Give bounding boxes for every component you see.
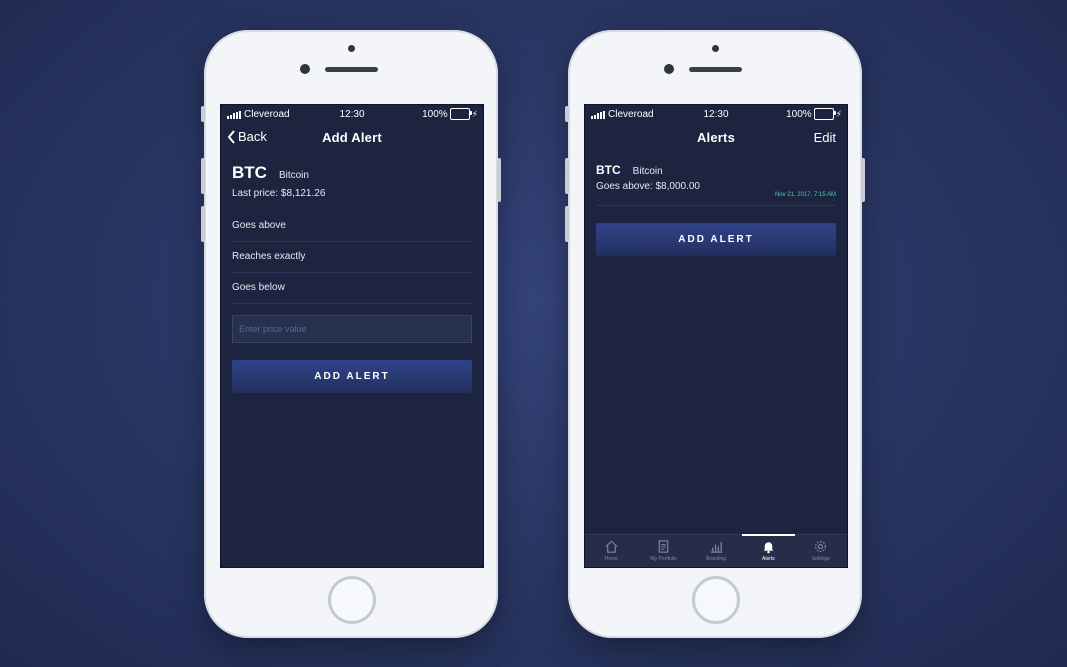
home-icon	[605, 540, 618, 553]
tab-label: Settings	[811, 556, 830, 562]
home-button[interactable]	[692, 576, 740, 624]
page-title: Add Alert	[322, 130, 382, 145]
alert-condition: Goes above: $8,000.00	[596, 181, 700, 192]
nav-bar: Back Add Alert	[221, 123, 483, 153]
tab-home[interactable]: Home	[585, 535, 637, 567]
charging-icon: ⚡	[471, 108, 478, 119]
charging-icon: ⚡	[835, 108, 842, 119]
option-reaches-exactly[interactable]: Reaches exactly	[232, 242, 472, 273]
add-alert-button[interactable]: ADD ALERT	[232, 360, 472, 393]
price-input[interactable]	[232, 315, 472, 343]
coin-name: Bitcoin	[278, 170, 309, 181]
volume-down-button	[565, 206, 569, 242]
tab-my-portfolio[interactable]: My Portfolio	[637, 535, 689, 567]
tab-label: My Portfolio	[650, 556, 677, 562]
coin-ticker: BTC	[596, 163, 621, 177]
earpiece-speaker	[689, 67, 742, 72]
page-title: Alerts	[696, 130, 736, 145]
alert-date: Nov 21, 2017, 7:15 AM	[774, 192, 836, 198]
coin-ticker: BTC	[232, 163, 267, 182]
front-camera	[664, 64, 674, 74]
last-price: Last price: $8,121.26	[232, 188, 326, 199]
tab-alerts[interactable]: Alerts	[742, 534, 796, 567]
edit-button[interactable]: Edit	[814, 130, 836, 145]
mute-switch	[201, 106, 205, 122]
tab-label: Branding	[706, 556, 727, 562]
chart-icon	[710, 541, 722, 553]
tab-branding[interactable]: Branding	[690, 535, 742, 567]
front-camera	[300, 64, 310, 74]
battery-percent: 100%	[422, 108, 448, 120]
status-bar: Cleveroad 12:30 100% ⚡	[585, 105, 847, 123]
coin-name: Bitcoin	[632, 166, 663, 177]
nav-bar: Alerts Edit	[585, 123, 847, 153]
alert-list-item[interactable]: BTC Bitcoin Goes above: $8,000.00 Nov 21…	[596, 153, 836, 206]
phone-alerts: Cleveroad 12:30 100% ⚡ Alerts Edit BTC B…	[565, 30, 865, 638]
earpiece-speaker	[325, 67, 378, 72]
tab-label: Alerts	[762, 556, 775, 562]
battery: 100% ⚡	[422, 108, 478, 120]
volume-up-button	[201, 158, 205, 194]
status-bar: Cleveroad 12:30 100% ⚡	[221, 105, 483, 123]
condition-options: Goes above Reaches exactly Goes below	[221, 211, 483, 304]
option-goes-above[interactable]: Goes above	[232, 211, 472, 242]
volume-up-button	[565, 158, 569, 194]
add-alert-screen: Cleveroad 12:30 100% ⚡ Back Add Alert BT…	[220, 104, 484, 568]
power-button	[861, 158, 865, 202]
alerts-screen: Cleveroad 12:30 100% ⚡ Alerts Edit BTC B…	[584, 104, 848, 568]
battery-percent: 100%	[786, 108, 812, 120]
gear-icon	[815, 541, 827, 552]
tab-bar: Home My Portfolio Branding Alerts Settin…	[585, 534, 847, 567]
tab-label: Home	[604, 556, 618, 562]
power-button	[497, 158, 501, 202]
proximity-sensor	[712, 45, 719, 52]
mute-switch	[565, 106, 569, 122]
home-button[interactable]	[328, 576, 376, 624]
battery-icon	[813, 108, 836, 120]
option-goes-below[interactable]: Goes below	[232, 273, 472, 304]
coin-info: BTC Bitcoin Last price: $8,121.26	[221, 153, 483, 199]
tab-settings[interactable]: Settings	[795, 535, 847, 567]
battery: 100% ⚡	[786, 108, 842, 120]
battery-icon	[449, 108, 472, 120]
portfolio-icon	[658, 540, 669, 553]
phone-add-alert: Cleveroad 12:30 100% ⚡ Back Add Alert BT…	[201, 30, 501, 638]
volume-down-button	[201, 206, 205, 242]
add-alert-button[interactable]: ADD ALERT	[596, 223, 836, 256]
proximity-sensor	[348, 45, 355, 52]
bell-icon	[763, 542, 774, 554]
